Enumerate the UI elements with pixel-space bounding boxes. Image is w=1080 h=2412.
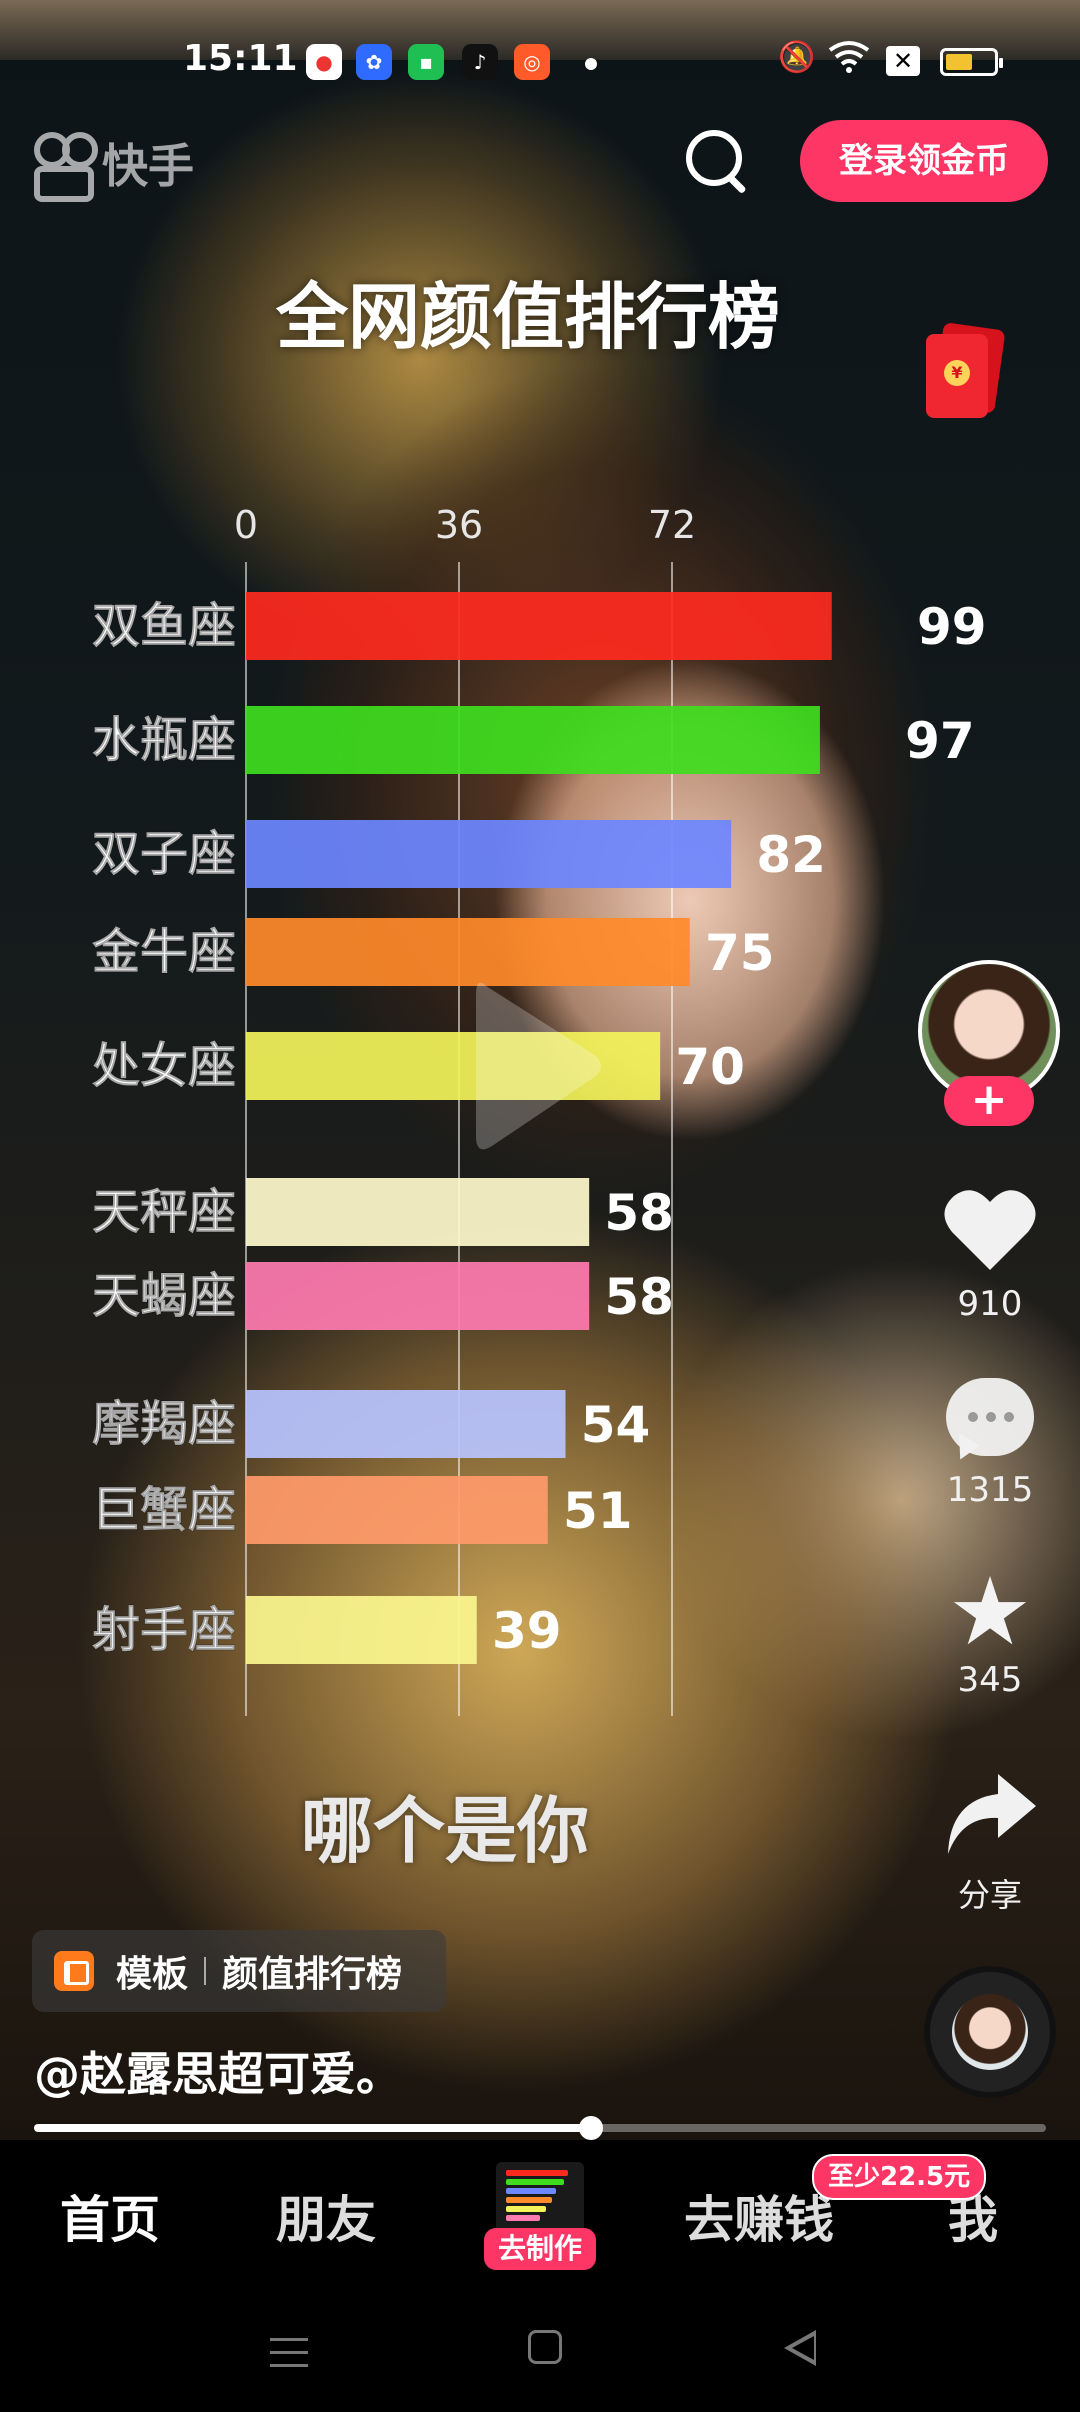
mute-icon: 🔕 — [778, 40, 816, 75]
category-label: 水瓶座 — [92, 712, 236, 768]
bar — [246, 1178, 590, 1246]
value-label: 54 — [581, 1396, 651, 1454]
close-box-icon: ✕ — [886, 46, 920, 76]
kuaishou-icon: ◎ — [514, 44, 550, 80]
kuaishou-logo: 快手 — [30, 130, 194, 202]
browser-icon: ● — [306, 44, 342, 80]
x-tick-label: 0 — [234, 503, 258, 547]
create-label: 去制作 — [484, 2228, 596, 2270]
chart-title: 全网颜值排行榜 — [275, 275, 780, 359]
baidu-icon: ✿ — [356, 44, 392, 80]
bar — [246, 1476, 548, 1544]
comment-icon — [944, 1378, 1036, 1465]
x-tick-label: 36 — [435, 503, 483, 547]
value-label: 39 — [492, 1602, 562, 1660]
wifi-icon — [828, 40, 870, 82]
system-nav-bar — [0, 2280, 1080, 2412]
video-progress-bar[interactable] — [34, 2116, 1046, 2140]
play-icon[interactable] — [476, 976, 606, 1156]
share-button[interactable]: 分享 — [930, 1770, 1050, 1916]
category-label: 处女座 — [92, 1038, 236, 1094]
create-thumbnail — [496, 2162, 584, 2234]
tab-home[interactable]: 首页 — [60, 2180, 160, 2252]
follow-button[interactable]: + — [944, 1076, 1034, 1126]
bar — [246, 1390, 566, 1458]
like-button[interactable]: 910 — [930, 1186, 1050, 1324]
kuaishou-video-screen: 15:11 ● ✿ ▪ ♪ ◎ 🔕 ✕ 快手 登录领金币 ¥ 全网颜值排行榜 0… — [0, 0, 1080, 2412]
star-icon: ★ — [947, 1558, 1033, 1667]
login-coins-button[interactable]: 登录领金币 — [800, 120, 1048, 202]
value-label: 58 — [604, 1184, 674, 1242]
logo-text: 快手 — [102, 139, 194, 193]
category-label: 金牛座 — [91, 924, 236, 980]
comment-button[interactable]: 1315 — [930, 1378, 1050, 1510]
share-label: 分享 — [957, 1876, 1022, 1914]
category-label: 射手座 — [92, 1602, 236, 1658]
category-label: 摩羯座 — [92, 1396, 236, 1452]
tab-friends[interactable]: 朋友 — [276, 2180, 376, 2252]
bar — [246, 820, 732, 888]
template-name: 颜值排行榜 — [222, 1954, 403, 1995]
category-label: 双子座 — [92, 826, 236, 882]
template-divider — [204, 1957, 207, 1985]
category-label: 天秤座 — [92, 1184, 236, 1240]
tab-create[interactable]: 去制作 — [484, 2162, 596, 2272]
battery-icon — [940, 48, 1003, 76]
bar — [246, 918, 690, 986]
back-icon[interactable] — [784, 2330, 816, 2366]
comment-count: 1315 — [946, 1470, 1034, 1510]
earn-reward-badge: 至少22.5元 — [812, 2154, 987, 2200]
template-icon — [54, 1951, 94, 1991]
author-name[interactable]: @赵露思超可爱。 — [34, 2038, 402, 2104]
bar — [246, 1262, 590, 1330]
bar — [246, 1596, 477, 1664]
like-count: 910 — [957, 1284, 1023, 1324]
share-icon — [948, 1774, 1036, 1854]
video-caption: 哪个是你 — [300, 1789, 589, 1873]
category-label: 巨蟹座 — [92, 1482, 236, 1538]
template-label: 模板 — [116, 1954, 189, 1995]
more-notifications-dot — [585, 58, 597, 70]
yuan-symbol: ¥ — [944, 360, 970, 386]
value-label: 58 — [604, 1268, 674, 1326]
favorite-button[interactable]: ★ 345 — [930, 1558, 1050, 1701]
recent-apps-icon[interactable] — [270, 2338, 308, 2377]
bar — [246, 706, 820, 774]
value-label: 70 — [675, 1038, 745, 1096]
tiktok-icon: ♪ — [462, 44, 498, 80]
kuaishou-logo-icon — [30, 130, 98, 202]
x-tick-label: 72 — [648, 503, 696, 547]
value-label: 82 — [756, 826, 826, 884]
progress-played — [34, 2124, 591, 2132]
music-disc[interactable] — [924, 1966, 1056, 2098]
home-icon[interactable] — [528, 2330, 562, 2364]
wechat-mini-icon: ▪ — [408, 44, 444, 80]
search-icon[interactable] — [686, 130, 747, 195]
value-label: 97 — [905, 712, 975, 770]
template-chip[interactable]: 模板 颜值排行榜 — [32, 1930, 446, 2012]
category-label: 双鱼座 — [92, 598, 236, 654]
value-label: 75 — [705, 924, 775, 982]
status-time: 15:11 — [183, 38, 298, 79]
heart-icon — [944, 1190, 1036, 1270]
status-bar: 15:11 ● ✿ ▪ ♪ ◎ 🔕 ✕ — [0, 0, 1080, 80]
tab-earn[interactable]: 去赚钱 — [684, 2180, 834, 2252]
progress-handle[interactable] — [578, 2116, 603, 2140]
category-label: 天蝎座 — [92, 1268, 236, 1324]
bar — [246, 592, 832, 660]
value-label: 51 — [563, 1482, 633, 1540]
value-label: 99 — [917, 598, 987, 656]
